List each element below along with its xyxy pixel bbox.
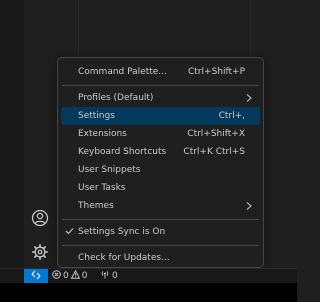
menu-item-command-palette[interactable]: Command Palette... Ctrl+Shift+P xyxy=(61,63,260,81)
chevron-right-icon xyxy=(246,94,252,105)
menu-item-settings-sync[interactable]: Settings Sync is On xyxy=(61,223,260,241)
menu-item-label: Profiles (Default) xyxy=(78,93,154,103)
gear-icon[interactable] xyxy=(29,241,51,263)
broadcast-icon xyxy=(100,270,110,282)
menu-item-label: Settings Sync is On xyxy=(78,227,166,237)
warning-icon xyxy=(70,269,80,282)
window-bottom-edge xyxy=(0,283,297,302)
menu-item-shortcut: Ctrl+K Ctrl+S xyxy=(183,147,245,157)
error-icon xyxy=(52,270,61,282)
remote-icon xyxy=(31,270,41,283)
ports-status[interactable]: 0 xyxy=(100,269,118,283)
remote-indicator-button[interactable] xyxy=(24,269,48,283)
menu-item-user-snippets[interactable]: User Snippets xyxy=(61,161,260,179)
problems-status[interactable]: 0 0 xyxy=(52,269,87,283)
warning-count: 0 xyxy=(81,271,88,281)
menu-item-label: User Snippets xyxy=(78,165,141,175)
menu-item-extensions[interactable]: Extensions Ctrl+Shift+X xyxy=(61,125,260,143)
manage-context-menu: Command Palette... Ctrl+Shift+P Profiles… xyxy=(57,57,264,268)
menu-item-settings[interactable]: Settings Ctrl+, xyxy=(61,107,260,125)
menu-item-shortcut: Ctrl+Shift+P xyxy=(188,67,245,77)
check-icon xyxy=(65,227,74,238)
activity-bar xyxy=(0,0,24,268)
menu-item-user-tasks[interactable]: User Tasks xyxy=(61,179,260,197)
menu-item-label: Command Palette... xyxy=(78,67,167,77)
account-icon[interactable] xyxy=(29,207,51,229)
menu-separator xyxy=(62,219,259,220)
chevron-right-icon xyxy=(246,202,252,213)
menu-item-keyboard-shortcuts[interactable]: Keyboard Shortcuts Ctrl+K Ctrl+S xyxy=(61,143,260,161)
menu-separator xyxy=(62,85,259,86)
menu-item-label: Extensions xyxy=(78,129,127,139)
menu-separator xyxy=(62,245,259,246)
menu-item-label: Check for Updates... xyxy=(78,253,170,263)
menu-item-themes[interactable]: Themes xyxy=(61,197,260,215)
menu-item-label: Keyboard Shortcuts xyxy=(78,147,167,157)
ports-count: 0 xyxy=(112,271,118,281)
menu-item-shortcut: Ctrl+, xyxy=(218,111,245,121)
error-count: 0 xyxy=(63,271,69,281)
menu-item-profiles[interactable]: Profiles (Default) xyxy=(61,89,260,107)
menu-item-label: Themes xyxy=(78,201,114,211)
menu-item-label: User Tasks xyxy=(78,183,126,193)
menu-item-shortcut: Ctrl+Shift+X xyxy=(187,129,245,139)
menu-item-check-for-updates[interactable]: Check for Updates... xyxy=(61,249,260,267)
status-bar: 0 0 0 xyxy=(0,268,297,283)
menu-item-label: Settings xyxy=(78,111,115,121)
